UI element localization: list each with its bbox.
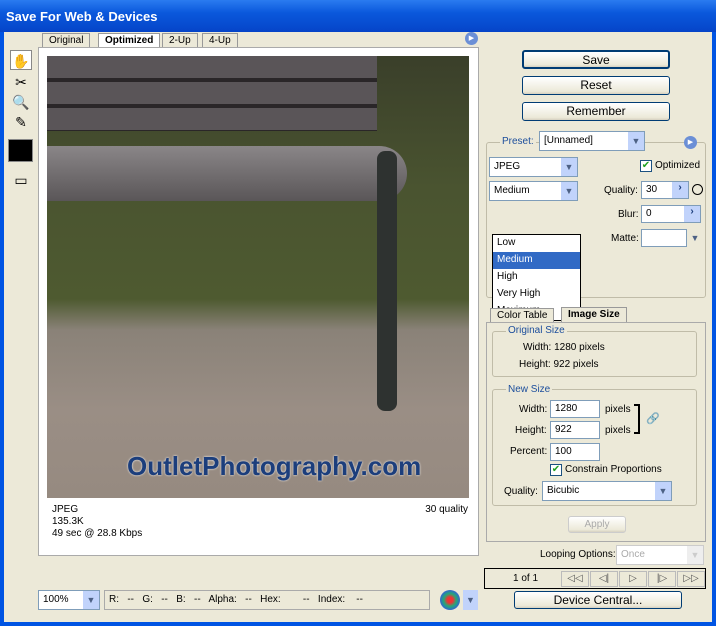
first-frame-button[interactable]: ◁◁ (561, 571, 589, 587)
link-icon: 🔗 (646, 413, 660, 425)
frame-counter: 1 of 1 (513, 573, 539, 584)
bench-leg (377, 151, 397, 411)
optimized-image[interactable]: OutletPhotography.com (47, 56, 469, 498)
new-height-label: Height: (515, 425, 547, 436)
window: Save For Web & Devices ✋ ✂ 🔍 ✎ ▭ Origina… (0, 0, 716, 626)
slice-select-tool-icon[interactable]: ✂ (10, 72, 32, 92)
looping-select[interactable]: Once ▼ (616, 545, 704, 565)
preset-value: [Unnamed] (544, 135, 593, 146)
bench-back (47, 56, 377, 131)
new-size-title: New Size (506, 384, 553, 395)
chevron-down-icon: ▼ (561, 158, 577, 176)
tab-4up[interactable]: 4-Up (202, 33, 238, 48)
watermark: OutletPhotography.com (127, 451, 422, 481)
quality-label: Quality: (604, 185, 638, 196)
matte-chevron-down-icon[interactable]: ▼ (688, 230, 702, 246)
info-format: JPEG (52, 504, 79, 515)
blur-value: 0 (646, 208, 652, 219)
reset-button[interactable]: Reset (522, 76, 670, 95)
height-unit: pixels (605, 425, 631, 436)
eyedropper-tool-icon[interactable]: ✎ (10, 112, 32, 132)
preset-select[interactable]: [Unnamed] ▼ (539, 131, 645, 151)
save-button[interactable]: Save (522, 50, 670, 69)
hand-tool-icon[interactable]: ✋ (10, 50, 32, 70)
browser-preview-icon[interactable] (440, 590, 460, 610)
last-frame-button[interactable]: ▷▷ (677, 571, 705, 587)
chevron-down-icon: ▼ (687, 546, 703, 564)
constrain-bracket (634, 404, 640, 434)
matte-label: Matte: (611, 233, 639, 244)
resample-quality-select[interactable]: Bicubic ▼ (542, 481, 672, 501)
blur-input[interactable]: 0 › (641, 205, 701, 223)
bench-seat (47, 146, 407, 201)
resample-quality-label: Quality: (504, 486, 538, 497)
quality-level-value: Medium (494, 185, 530, 196)
new-width-label: Width: (519, 404, 548, 415)
chevron-down-icon: ▼ (561, 182, 577, 200)
info-quality: 30 quality (425, 504, 468, 515)
play-button[interactable]: ▷ (619, 571, 647, 587)
chevron-down-icon: ▼ (628, 132, 644, 150)
blur-slider-arrow-icon[interactable]: › (684, 206, 700, 222)
zoom-value: 100% (43, 594, 69, 605)
toggle-slices-icon[interactable]: ▭ (10, 170, 32, 190)
quality-input[interactable]: 30 › (641, 181, 689, 199)
looping-label: Looping Options: (540, 549, 616, 560)
browser-chevron-down-icon[interactable]: ▼ (463, 590, 478, 610)
previous-frame-button[interactable]: ◁| (590, 571, 618, 587)
percent-input[interactable]: 100 (550, 443, 600, 461)
tab-original[interactable]: Original (42, 33, 91, 48)
looping-value: Once (621, 549, 645, 560)
preview-panel: OutletPhotography.com JPEG 135.3K 49 sec… (38, 47, 479, 556)
title-bar: Save For Web & Devices (0, 0, 716, 32)
info-time: 49 sec @ 28.8 Kbps (52, 528, 143, 539)
remember-button[interactable]: Remember (522, 102, 670, 121)
quality-level-select[interactable]: Medium ▼ (489, 181, 578, 201)
original-size-title: Original Size (506, 325, 567, 336)
tab-image-size[interactable]: Image Size (561, 307, 627, 323)
quality-slider-arrow-icon[interactable]: › (672, 182, 688, 198)
quality-value: 30 (646, 184, 658, 195)
format-value: JPEG (494, 161, 521, 172)
tab-2up[interactable]: 2-Up (162, 33, 198, 48)
dropdown-option-low[interactable]: Low (493, 235, 580, 252)
tab-color-table[interactable]: Color Table (490, 308, 555, 323)
optimized-label: Optimized (655, 160, 701, 171)
image-info: JPEG 135.3K 49 sec @ 28.8 Kbps (52, 504, 142, 540)
original-width: Width: 1280 pixels (523, 342, 605, 353)
constrain-proportions-checkbox[interactable]: ✔ (550, 464, 562, 476)
constrain-proportions-label: Constrain Proportions (565, 464, 662, 475)
device-central-button[interactable]: Device Central... (514, 591, 682, 609)
animation-controls: 1 of 1 ◁◁ ◁| ▷ |▷ ▷▷ (484, 568, 706, 589)
dropdown-option-medium[interactable]: Medium (493, 252, 580, 269)
preset-label: Preset: (500, 136, 536, 147)
chevron-down-icon: ▼ (83, 591, 99, 609)
info-size: 135.3K (52, 516, 84, 527)
percent-label: Percent: (510, 446, 548, 457)
eyedropper-color-swatch[interactable] (8, 139, 33, 162)
blur-label: Blur: (618, 209, 639, 220)
optimized-checkbox[interactable]: ✔ (640, 160, 652, 172)
quality-mask-icon[interactable] (692, 184, 703, 195)
resample-quality-value: Bicubic (547, 485, 580, 496)
preview-menu-icon[interactable]: ▶ (465, 32, 478, 45)
dialog-body: ✋ ✂ 🔍 ✎ ▭ Original Optimized 2-Up 4-Up ▶… (4, 32, 712, 622)
new-width-input[interactable]: 1280 (550, 400, 600, 418)
original-height: Height: 922 pixels (519, 359, 599, 370)
original-size-group (492, 331, 697, 377)
format-select[interactable]: JPEG ▼ (489, 157, 578, 177)
dropdown-option-high[interactable]: High (493, 269, 580, 286)
dropdown-option-very-high[interactable]: Very High (493, 286, 580, 303)
matte-input[interactable] (641, 229, 687, 247)
zoom-select[interactable]: 100% ▼ (38, 590, 100, 610)
zoom-tool-icon[interactable]: 🔍 (10, 92, 32, 112)
new-height-input[interactable]: 922 (550, 421, 600, 439)
color-info-bar: R: -- G: -- B: -- Alpha: -- Hex: -- Inde… (104, 590, 430, 610)
next-frame-button[interactable]: |▷ (648, 571, 676, 587)
apply-button[interactable]: Apply (568, 516, 626, 533)
optimize-menu-icon[interactable]: ▶ (684, 136, 697, 149)
chevron-down-icon: ▼ (655, 482, 671, 500)
width-unit: pixels (605, 404, 631, 415)
